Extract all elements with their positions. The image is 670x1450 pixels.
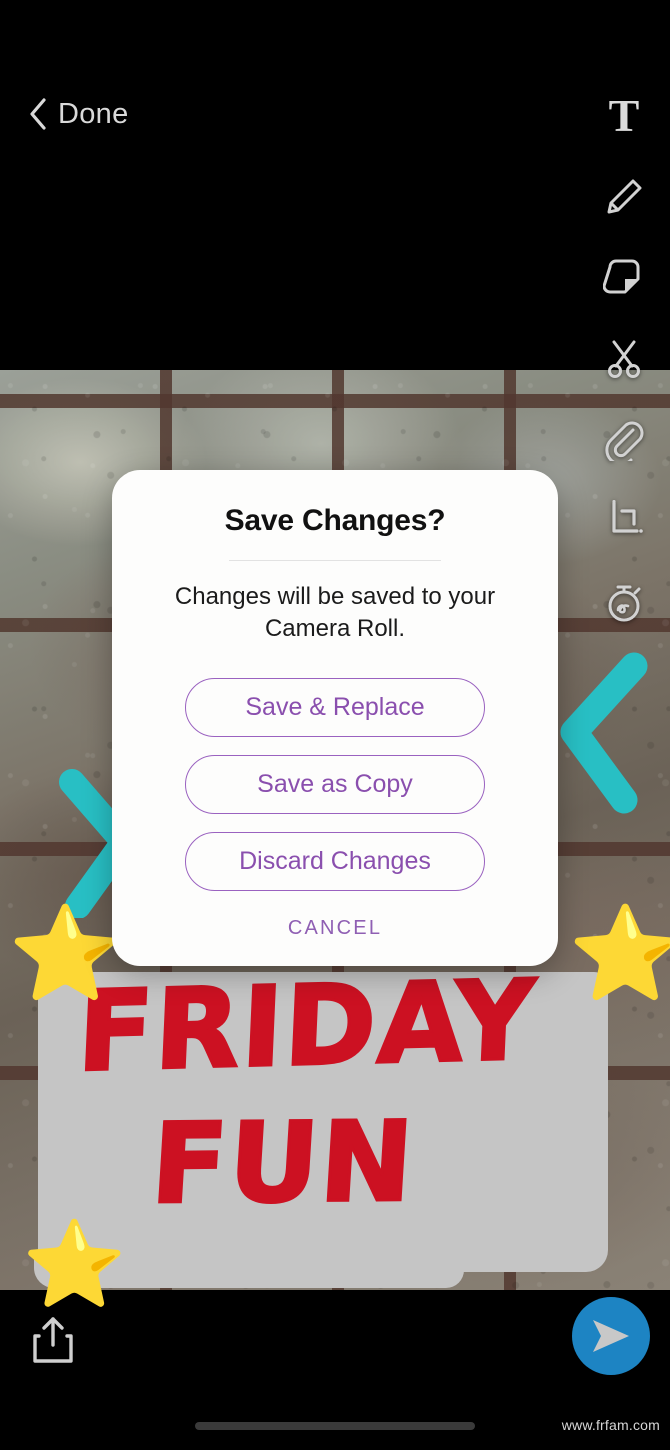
share-upload-icon[interactable] <box>30 1315 76 1365</box>
edit-toolbar: T <box>600 92 648 626</box>
done-label: Done <box>58 97 129 130</box>
save-changes-dialog: Save Changes? Changes will be saved to y… <box>112 470 558 966</box>
sticker-icon[interactable] <box>600 254 648 302</box>
scissors-icon[interactable] <box>600 335 648 383</box>
dialog-title: Save Changes? <box>224 504 446 537</box>
star-sticker[interactable]: ⭐ <box>8 908 123 1000</box>
save-and-replace-button[interactable]: Save & Replace <box>185 677 485 737</box>
text-icon[interactable]: T <box>600 92 648 140</box>
chevron-left-icon <box>30 98 46 130</box>
app-screen: FRIDAY FUN ⭐ ⭐ ⭐ Done T www.frfam.com Sa… <box>0 0 670 1450</box>
send-button[interactable] <box>572 1297 650 1375</box>
text-icon-glyph: T <box>608 90 640 141</box>
crop-icon[interactable] <box>600 497 648 545</box>
dialog-message: Changes will be saved to your Camera Rol… <box>174 583 496 643</box>
send-arrow-icon <box>593 1320 629 1352</box>
paperclip-icon[interactable] <box>600 416 648 464</box>
pencil-icon[interactable] <box>600 173 648 221</box>
drawn-text-line-2[interactable]: FUN <box>147 1096 420 1229</box>
save-as-copy-button[interactable]: Save as Copy <box>185 754 485 814</box>
drawn-chevron-right[interactable] <box>552 650 648 816</box>
dialog-divider <box>229 560 441 561</box>
drawn-text-line-1[interactable]: FRIDAY <box>74 954 541 1097</box>
done-button[interactable]: Done <box>28 97 129 131</box>
home-indicator <box>195 1422 475 1430</box>
star-sticker[interactable]: ⭐ <box>22 1222 127 1306</box>
cancel-button[interactable]: CANCEL <box>112 917 558 940</box>
star-sticker[interactable]: ⭐ <box>568 908 670 1000</box>
watermark: www.frfam.com <box>561 1417 660 1433</box>
timer-icon[interactable] <box>600 578 648 626</box>
discard-changes-button[interactable]: Discard Changes <box>185 831 485 891</box>
